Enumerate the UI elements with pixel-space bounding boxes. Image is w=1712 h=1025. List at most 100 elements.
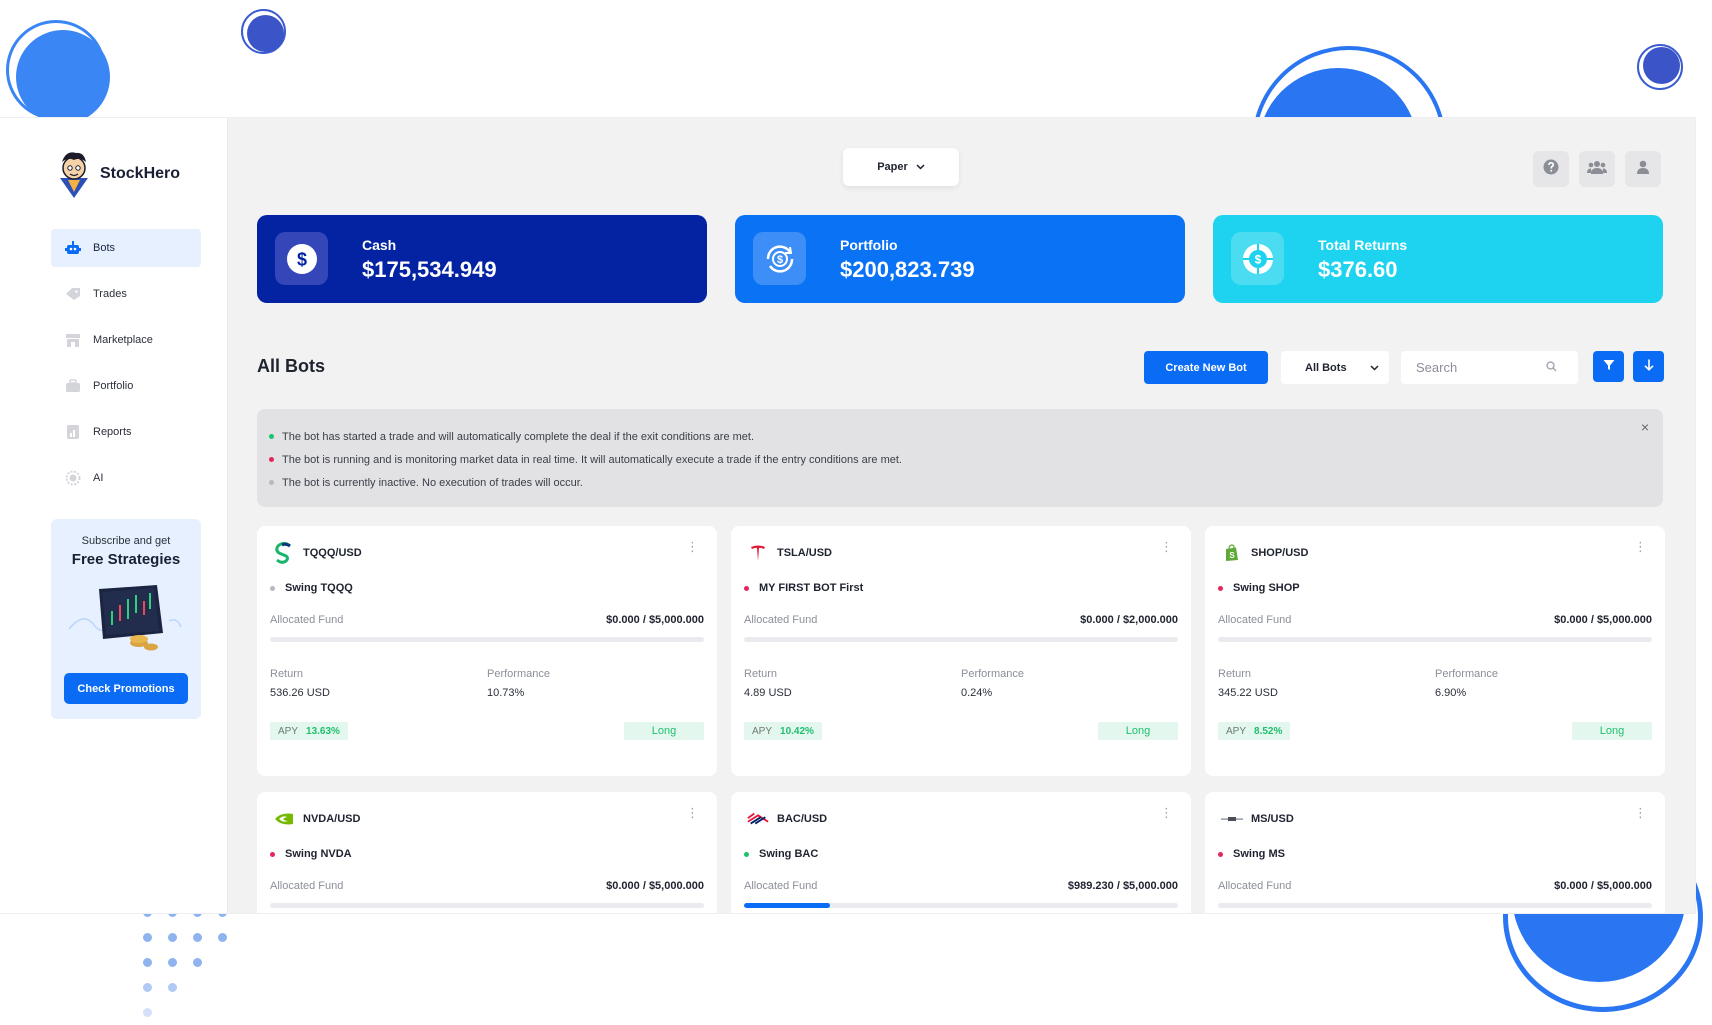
performance-label: Performance <box>1435 668 1498 680</box>
status-dot <box>1218 585 1223 591</box>
legend-item-active-trade: The bot has started a trade and will aut… <box>269 425 1663 448</box>
allocated-fund-label: Allocated Fund <box>744 614 818 626</box>
help-button[interactable] <box>1533 151 1569 187</box>
position-side-badge: Long <box>1098 722 1178 740</box>
allocated-fund-value: $989.230 / $5,000.000 <box>1067 880 1178 892</box>
bot-card[interactable]: MS/USD ⋮ Swing MS Allocated Fund $0.000 … <box>1205 792 1665 913</box>
create-new-bot-button[interactable]: Create New Bot <box>1144 351 1268 384</box>
apy-value: 8.52% <box>1254 725 1283 737</box>
brand-logo[interactable]: StockHero <box>54 148 180 200</box>
search-input[interactable] <box>1416 360 1546 375</box>
promo-card: Subscribe and get Free Strategies Check … <box>51 519 201 719</box>
more-options-icon[interactable]: ⋮ <box>686 540 699 553</box>
apy-label: APY <box>1226 725 1247 737</box>
bot-card[interactable]: BAC/USD ⋮ Swing BAC Allocated Fund $989.… <box>731 792 1191 913</box>
stat-label: Portfolio <box>840 237 898 253</box>
tqqq-logo-icon <box>273 542 295 564</box>
fund-progress-bar <box>1218 903 1652 908</box>
allocated-fund-label: Allocated Fund <box>744 880 818 892</box>
fund-progress-bar <box>744 903 1178 908</box>
performance-value: 0.24% <box>961 687 993 699</box>
sort-button[interactable] <box>1633 351 1664 382</box>
dollar-icon: $ <box>275 232 328 285</box>
trading-mode-select[interactable]: Paper <box>843 148 959 186</box>
return-value: 345.22 USD <box>1218 687 1278 699</box>
arrow-down-icon <box>1643 358 1654 376</box>
sidebar: StockHero Bots Trades Marketplace Portfo… <box>0 118 228 913</box>
svg-text:S: S <box>1229 551 1235 560</box>
bot-name-label: Swing TQQQ <box>285 582 353 594</box>
fund-progress-bar <box>744 637 1178 642</box>
bot-name: Swing BAC <box>744 848 818 860</box>
bot-name: Swing NVDA <box>270 848 352 860</box>
sidebar-item-portfolio[interactable]: Portfolio <box>51 367 201 405</box>
apy-label: APY <box>278 725 299 737</box>
trading-mode-value: Paper <box>877 161 908 173</box>
apy-label: APY <box>752 725 773 737</box>
sidebar-item-reports[interactable]: Reports <box>51 413 201 451</box>
legend-item-inactive: The bot is currently inactive. No execut… <box>269 471 1663 494</box>
stat-label: Total Returns <box>1318 237 1408 253</box>
filter-button[interactable] <box>1593 351 1624 382</box>
bot-filter-select[interactable]: All Bots <box>1281 351 1389 384</box>
return-label: Return <box>270 668 304 680</box>
bot-card-header: MS/USD <box>1221 808 1294 830</box>
status-dot <box>269 457 274 462</box>
status-legend: The bot has started a trade and will aut… <box>257 409 1663 507</box>
sidebar-item-label: Portfolio <box>93 380 134 392</box>
performance-metric: Performance 6.90% <box>1435 668 1498 699</box>
sidebar-item-ai[interactable]: AI <box>51 459 201 497</box>
sidebar-item-trades[interactable]: Trades <box>51 275 201 313</box>
sidebar-item-label: Reports <box>93 426 132 438</box>
chevron-down-icon <box>916 161 925 173</box>
more-options-icon[interactable]: ⋮ <box>1634 806 1647 819</box>
allocated-fund-label: Allocated Fund <box>270 614 344 626</box>
stage: StockHero Bots Trades Marketplace Portfo… <box>0 0 1712 1025</box>
bot-name-label: MY FIRST BOT First <box>759 582 864 594</box>
app-window: StockHero Bots Trades Marketplace Portfo… <box>0 118 1695 913</box>
brand-name: StockHero <box>100 165 181 182</box>
allocated-fund-value: $0.000 / $5,000.000 <box>606 614 704 626</box>
more-options-icon[interactable]: ⋮ <box>1160 540 1173 553</box>
report-icon <box>65 424 81 440</box>
svg-text:$: $ <box>776 254 782 266</box>
deco-dot-small <box>247 15 284 52</box>
more-options-icon[interactable]: ⋮ <box>1160 806 1173 819</box>
users-icon <box>1587 160 1607 179</box>
bot-card[interactable]: S SHOP/USD ⋮ Swing SHOP Allocated Fund $… <box>1205 526 1665 776</box>
legend-text: The bot is currently inactive. No execut… <box>282 476 583 489</box>
sidebar-item-marketplace[interactable]: Marketplace <box>51 321 201 359</box>
allocated-fund-label: Allocated Fund <box>1218 880 1292 892</box>
search-box <box>1401 351 1578 384</box>
stockhero-mascot-icon <box>54 148 94 200</box>
status-dot <box>744 585 749 591</box>
bot-card-header: TSLA/USD <box>747 542 832 564</box>
funnel-icon <box>1603 358 1615 376</box>
bot-card[interactable]: NVDA/USD ⋮ Swing NVDA Allocated Fund $0.… <box>257 792 717 913</box>
promo-subtitle: Subscribe and get <box>81 535 171 547</box>
fund-progress-bar <box>270 637 704 642</box>
sidebar-item-label: AI <box>93 472 104 484</box>
allocated-fund-label: Allocated Fund <box>270 880 344 892</box>
close-icon[interactable]: × <box>1641 419 1649 435</box>
check-promotions-button[interactable]: Check Promotions <box>64 673 188 704</box>
deco-dot-top-right <box>1643 47 1680 84</box>
more-options-icon[interactable]: ⋮ <box>1634 540 1647 553</box>
status-dot <box>1218 851 1223 857</box>
bot-card[interactable]: TSLA/USD ⋮ MY FIRST BOT First Allocated … <box>731 526 1191 776</box>
profile-button[interactable] <box>1625 151 1661 187</box>
bot-name-label: Swing NVDA <box>285 848 352 860</box>
allocated-fund-row: Allocated Fund $0.000 / $2,000.000 <box>744 614 1178 626</box>
bot-name-label: Swing SHOP <box>1233 582 1300 594</box>
stat-card-total-returns: $ Total Returns $376.60 <box>1213 215 1663 303</box>
legend-item-running: The bot is running and is monitoring mar… <box>269 448 1663 471</box>
sidebar-item-label: Trades <box>93 288 127 300</box>
return-metric: Return 536.26 USD <box>270 668 330 699</box>
return-value: 4.89 USD <box>744 687 792 699</box>
bot-card[interactable]: TQQQ/USD ⋮ Swing TQQQ Allocated Fund $0.… <box>257 526 717 776</box>
community-button[interactable] <box>1579 151 1615 187</box>
sidebar-item-bots[interactable]: Bots <box>51 229 201 267</box>
more-options-icon[interactable]: ⋮ <box>686 806 699 819</box>
bot-name: Swing TQQQ <box>270 582 353 594</box>
returns-icon: $ <box>1231 232 1284 285</box>
